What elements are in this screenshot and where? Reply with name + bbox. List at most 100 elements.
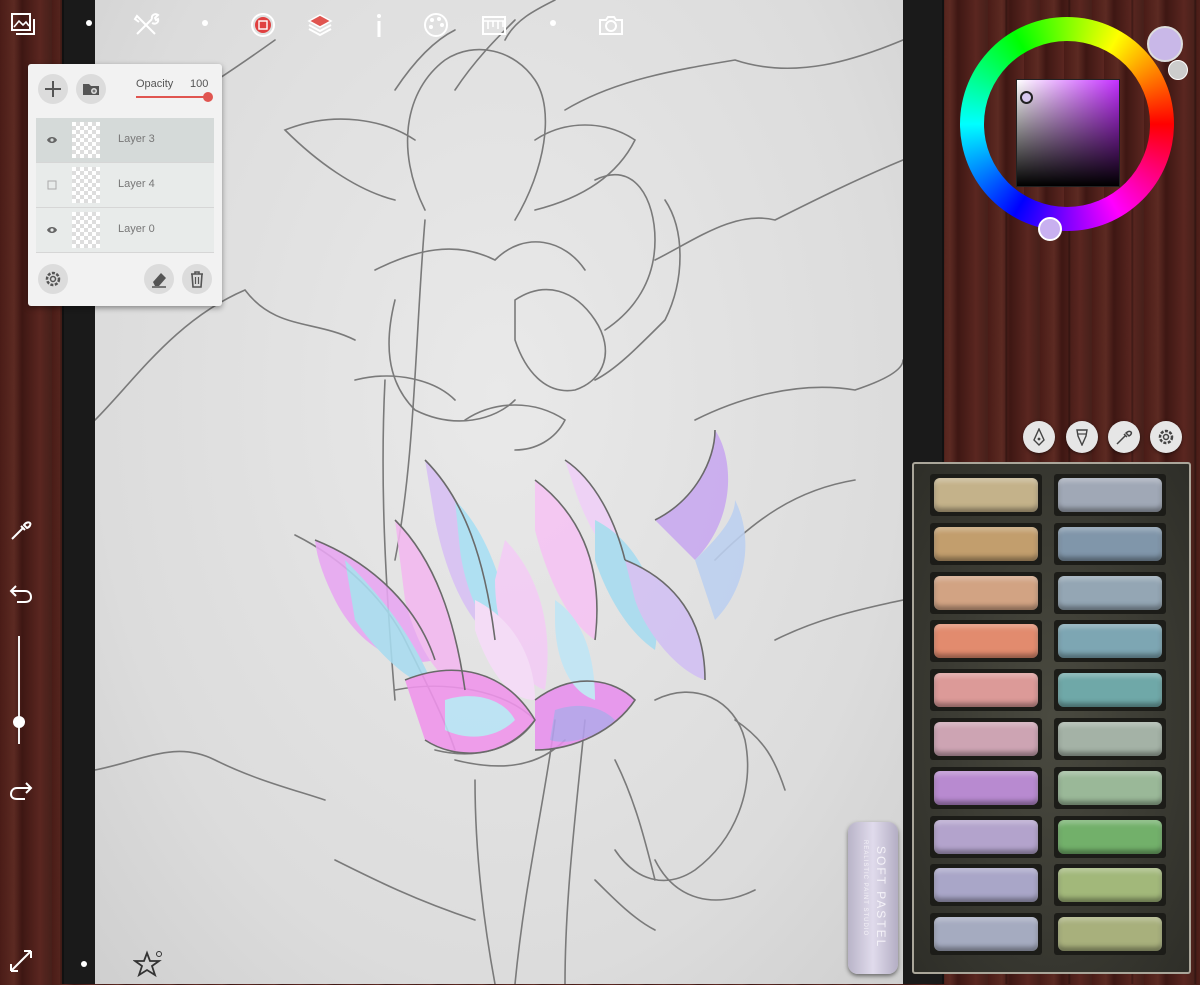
pastel-color-swatch[interactable] — [1058, 770, 1162, 805]
add-folder-button[interactable] — [76, 74, 106, 104]
eraser-icon — [152, 273, 166, 288]
layer-name: Layer 4 — [118, 178, 155, 190]
pen-nib-icon — [1033, 428, 1045, 446]
layer-name: Layer 3 — [118, 133, 155, 145]
saturation-value-marker[interactable] — [1020, 91, 1033, 104]
canvas-dot — [81, 961, 87, 967]
pastel-color-swatch[interactable] — [934, 624, 1038, 659]
color-wheel[interactable] — [960, 17, 1174, 241]
favorite-star-icon[interactable] — [132, 950, 163, 980]
pastel-color-swatch[interactable] — [1058, 917, 1162, 952]
fullscreen-icon[interactable] — [6, 946, 36, 976]
plus-icon — [45, 81, 61, 97]
opacity-value: 100 — [190, 78, 209, 90]
eyedropper-icon — [1116, 430, 1133, 445]
pastel-color-slot[interactable] — [1054, 620, 1166, 663]
pastel-color-slot[interactable] — [930, 864, 1042, 907]
pastel-color-swatch[interactable] — [934, 819, 1038, 854]
pastel-color-swatch[interactable] — [934, 478, 1038, 512]
palette-icon[interactable] — [419, 8, 453, 42]
pastel-color-slot[interactable] — [930, 718, 1042, 760]
gallery-icon[interactable] — [6, 8, 40, 42]
pastel-color-swatch[interactable] — [934, 770, 1038, 805]
pastel-color-swatch[interactable] — [1058, 722, 1162, 756]
brush-icon — [1076, 429, 1088, 446]
pastel-color-swatch[interactable] — [1058, 868, 1162, 903]
pastel-color-palette — [912, 462, 1191, 974]
pastel-color-slot[interactable] — [1054, 766, 1166, 809]
pastel-color-slot[interactable] — [930, 815, 1042, 858]
pastel-color-swatch[interactable] — [1058, 478, 1162, 512]
eyedropper-icon[interactable] — [6, 515, 36, 545]
layer-name: Layer 0 — [118, 223, 155, 235]
pastel-color-slot[interactable] — [930, 766, 1042, 809]
pastel-color-slot[interactable] — [1054, 669, 1166, 712]
layer-thumbnail — [72, 167, 100, 203]
info-icon[interactable] — [362, 8, 396, 42]
toolbar-dot — [86, 20, 92, 26]
pastel-color-swatch[interactable] — [1058, 819, 1162, 854]
pastel-color-slot[interactable] — [930, 522, 1042, 565]
previous-color-swatch[interactable] — [1168, 60, 1188, 80]
layers-panel: Opacity 100 Layer 3 Layer 4 Layer 0 — [28, 64, 222, 306]
delete-layer-button[interactable] — [182, 264, 212, 294]
tools-icon[interactable] — [129, 8, 163, 42]
trash-icon — [191, 271, 203, 288]
pastel-color-swatch[interactable] — [1058, 673, 1162, 708]
opacity-slider-handle[interactable] — [203, 92, 213, 102]
gear-icon — [45, 271, 61, 287]
top-toolbar — [0, 0, 900, 50]
pastel-color-swatch[interactable] — [934, 526, 1038, 561]
pastel-color-swatch[interactable] — [1058, 575, 1162, 610]
pastel-sub-label: REALISTIC PAINT STUDIO — [862, 840, 868, 937]
camera-icon[interactable] — [594, 8, 628, 42]
current-color-swatch[interactable] — [1147, 26, 1183, 62]
pastel-color-slot[interactable] — [1054, 913, 1166, 956]
clear-layer-button[interactable] — [144, 264, 174, 294]
layer-row[interactable]: Layer 3 — [36, 118, 214, 163]
opacity-label: Opacity — [136, 78, 174, 90]
layer-settings-button[interactable] — [38, 264, 68, 294]
pastel-color-swatch[interactable] — [934, 673, 1038, 708]
pastel-color-slot[interactable] — [1054, 571, 1166, 614]
toolbar-dot — [550, 20, 556, 26]
visibility-checkbox[interactable] — [46, 179, 58, 191]
pastel-color-swatch[interactable] — [934, 722, 1038, 756]
record-icon[interactable] — [246, 8, 280, 42]
brush-settings-button[interactable] — [1150, 421, 1182, 453]
ruler-icon[interactable] — [477, 8, 511, 42]
eye-icon[interactable] — [46, 224, 58, 236]
pastel-color-slot[interactable] — [1054, 522, 1166, 565]
opacity-slider[interactable] — [136, 96, 208, 98]
pastel-color-slot[interactable] — [1054, 864, 1166, 907]
hue-marker[interactable] — [1038, 217, 1062, 241]
gear-icon — [1158, 429, 1174, 445]
redo-icon[interactable] — [6, 775, 36, 805]
pastel-color-swatch[interactable] — [934, 575, 1038, 610]
brush-tool-button[interactable] — [1066, 421, 1098, 453]
eye-icon[interactable] — [46, 134, 58, 146]
layer-row[interactable]: Layer 4 — [36, 163, 214, 208]
layers-icon[interactable] — [303, 8, 337, 42]
pastel-color-slot[interactable] — [1054, 815, 1166, 858]
pastel-color-slot[interactable] — [1054, 474, 1166, 516]
color-picker-button[interactable] — [1108, 421, 1140, 453]
pastel-color-swatch[interactable] — [1058, 526, 1162, 561]
layer-row[interactable]: Layer 0 — [36, 208, 214, 253]
layer-thumbnail — [72, 122, 100, 158]
pastel-color-swatch[interactable] — [934, 868, 1038, 903]
add-layer-button[interactable] — [38, 74, 68, 104]
pastel-color-swatch[interactable] — [1058, 624, 1162, 659]
pastel-color-swatch[interactable] — [934, 917, 1038, 952]
pastel-color-slot[interactable] — [930, 474, 1042, 516]
brush-size-handle[interactable] — [13, 716, 25, 728]
pen-tool-button[interactable] — [1023, 421, 1055, 453]
toolbar-dot — [202, 20, 208, 26]
undo-icon[interactable] — [6, 578, 36, 608]
pastel-color-slot[interactable] — [930, 669, 1042, 712]
folder-icon — [83, 84, 99, 95]
pastel-color-slot[interactable] — [930, 620, 1042, 663]
pastel-color-slot[interactable] — [930, 571, 1042, 614]
pastel-color-slot[interactable] — [1054, 718, 1166, 760]
pastel-color-slot[interactable] — [930, 913, 1042, 956]
